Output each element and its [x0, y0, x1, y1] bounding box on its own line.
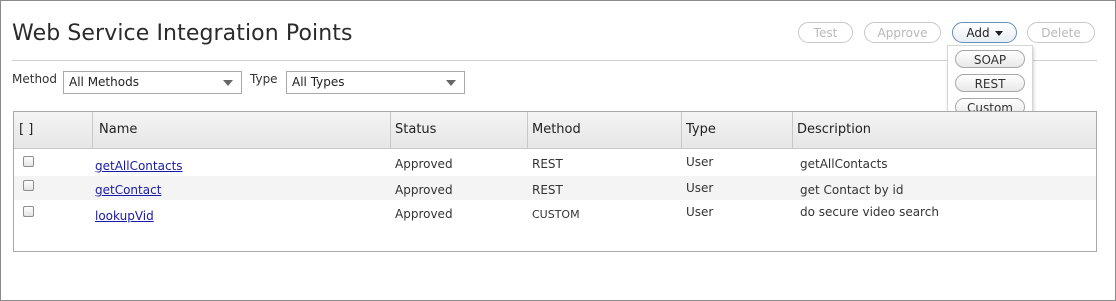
- row-name-link[interactable]: lookupVid: [95, 209, 154, 223]
- title-divider: [12, 60, 1097, 61]
- table-row: getAllContacts Approved REST User getAll…: [14, 152, 1096, 176]
- table-row: lookupVid Approved CUSTOM User do secure…: [14, 202, 1096, 226]
- dropdown-arrow-icon: [446, 80, 456, 86]
- row-name-link[interactable]: getContact: [95, 183, 161, 197]
- column-header-select[interactable]: [ ]: [14, 112, 92, 148]
- type-select-value: All Types: [292, 75, 345, 89]
- table-row: getContact Approved REST User get Contac…: [14, 176, 1096, 200]
- add-button-label: Add: [966, 26, 990, 40]
- column-header-method[interactable]: Method: [527, 112, 681, 148]
- row-type: User: [686, 181, 714, 195]
- row-method: CUSTOM: [532, 208, 580, 221]
- test-button[interactable]: Test: [798, 22, 853, 43]
- approve-button[interactable]: Approve: [864, 22, 941, 43]
- integration-points-table: [ ] Name Status Method Type Description …: [13, 111, 1097, 252]
- row-type: User: [686, 205, 714, 219]
- row-description: do secure video search: [800, 205, 939, 219]
- chevron-down-icon: [994, 31, 1003, 36]
- integration-points-panel: Web Service Integration Points Test Appr…: [0, 0, 1116, 301]
- column-header-description[interactable]: Description: [792, 112, 1092, 148]
- row-description: get Contact by id: [800, 183, 904, 197]
- add-button[interactable]: Add: [952, 22, 1017, 43]
- row-status: Approved: [395, 207, 453, 221]
- page-title: Web Service Integration Points: [12, 21, 353, 46]
- column-header-status[interactable]: Status: [390, 112, 527, 148]
- menu-item-rest[interactable]: REST: [955, 74, 1025, 92]
- dropdown-arrow-icon: [223, 80, 233, 86]
- row-name-link[interactable]: getAllContacts: [95, 159, 183, 173]
- row-checkbox[interactable]: [23, 206, 34, 217]
- column-header-type[interactable]: Type: [681, 112, 792, 148]
- row-status: Approved: [395, 157, 453, 171]
- method-filter-label: Method: [12, 72, 58, 86]
- method-select[interactable]: All Methods: [63, 71, 242, 94]
- type-filter-label: Type: [250, 72, 278, 86]
- method-select-value: All Methods: [69, 75, 139, 89]
- row-type: User: [686, 155, 714, 169]
- row-method: REST: [532, 157, 563, 171]
- row-method: REST: [532, 183, 563, 197]
- type-select[interactable]: All Types: [286, 71, 465, 94]
- row-checkbox[interactable]: [23, 156, 34, 167]
- row-checkbox[interactable]: [23, 180, 34, 191]
- column-header-name[interactable]: Name: [92, 112, 390, 148]
- delete-button[interactable]: Delete: [1027, 22, 1095, 43]
- menu-item-soap[interactable]: SOAP: [955, 50, 1025, 68]
- row-status: Approved: [395, 183, 453, 197]
- row-description: getAllContacts: [800, 157, 888, 171]
- table-header: [ ] Name Status Method Type Description: [14, 112, 1096, 149]
